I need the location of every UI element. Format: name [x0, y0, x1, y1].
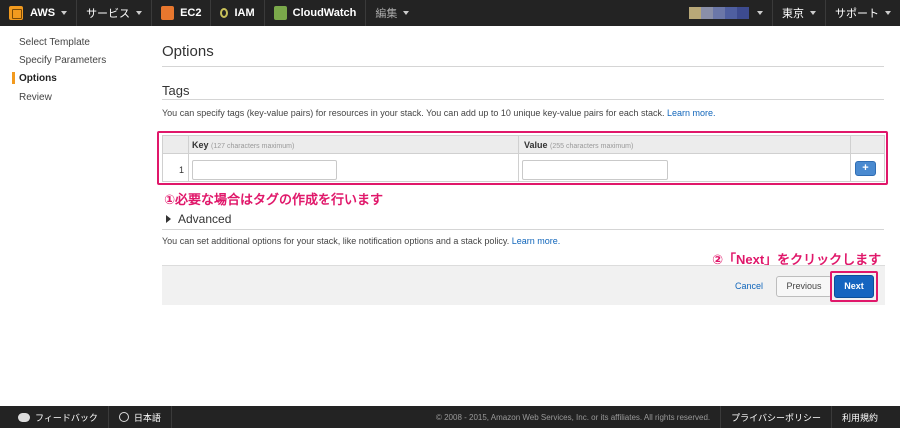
services-menu[interactable]: サービス [77, 0, 153, 26]
chevron-down-icon [885, 11, 891, 15]
account-swatch-block [725, 7, 737, 19]
step-options[interactable]: Options [19, 73, 57, 84]
chevron-down-icon [61, 11, 68, 15]
support-menu[interactable]: サポート [825, 0, 900, 26]
advanced-description: You can set additional options for your … [162, 236, 560, 246]
iam-shortcut[interactable]: IAM [211, 0, 265, 26]
page-title: Options [162, 43, 214, 60]
previous-button[interactable]: Previous [776, 276, 832, 297]
advanced-description-text: You can set additional options for your … [162, 236, 510, 246]
aws-menu[interactable]: AWS [0, 0, 78, 26]
tags-description-text: You can specify tags (key-value pairs) f… [162, 108, 665, 118]
aws-menu-label: AWS [30, 7, 56, 19]
advanced-divider [162, 229, 884, 230]
advanced-label: Advanced [178, 212, 232, 226]
cloudwatch-shortcut[interactable]: CloudWatch [265, 0, 367, 26]
ec2-shortcut-label: EC2 [180, 7, 202, 19]
title-divider [162, 66, 884, 67]
chevron-down-icon [757, 11, 763, 15]
next-highlight-box [830, 271, 878, 302]
account-swatch-block [701, 7, 713, 19]
cancel-button[interactable]: Cancel [735, 281, 763, 291]
tags-annotation: ①必要な場合はタグの作成を行います [164, 192, 384, 207]
edit-menu[interactable]: 編集 [366, 0, 418, 26]
account-name-masked [689, 7, 749, 19]
iam-key-icon [220, 8, 229, 18]
speech-bubble-icon [18, 412, 30, 422]
wizard-steps-sidebar: Select Template Specify Parameters Optio… [0, 26, 140, 406]
account-menu[interactable] [680, 0, 772, 26]
top-navigation-bar: AWS サービス EC2 IAM CloudWatch 編集 東京 サポート [0, 0, 900, 26]
support-menu-label: サポート [835, 8, 879, 20]
account-swatch-block [713, 7, 725, 19]
ec2-shortcut[interactable]: EC2 [152, 0, 212, 26]
cloudwatch-icon [273, 6, 287, 20]
cloudwatch-shortcut-label: CloudWatch [292, 7, 357, 19]
copyright-text: © 2008 - 2015, Amazon Web Services, Inc.… [435, 412, 711, 422]
tags-heading: Tags [162, 83, 190, 98]
bottom-bar: フィードバック 日本語 © 2008 - 2015, Amazon Web Se… [0, 406, 900, 428]
tags-description: You can specify tags (key-value pairs) f… [162, 108, 716, 118]
globe-icon [118, 412, 129, 422]
feedback-label: フィードバック [35, 412, 98, 423]
step-select-template[interactable]: Select Template [19, 37, 90, 48]
expand-triangle-icon [166, 215, 171, 223]
services-menu-label: サービス [86, 8, 131, 20]
account-swatch-block [737, 7, 749, 19]
region-menu[interactable]: 東京 [772, 0, 825, 26]
tags-learn-more-link[interactable]: Learn more. [667, 108, 716, 118]
privacy-policy-link[interactable]: プライバシーポリシー [720, 406, 831, 428]
aws-logo-icon [9, 6, 23, 20]
account-swatch-block [689, 7, 701, 19]
terms-link[interactable]: 利用規約 [830, 406, 900, 428]
feedback-link[interactable]: フィードバック [0, 406, 109, 428]
chevron-down-icon [136, 11, 143, 15]
tags-divider [162, 99, 884, 100]
chevron-down-icon [403, 11, 410, 15]
language-label: 日本語 [133, 412, 161, 423]
ec2-icon [161, 6, 175, 20]
chevron-down-icon [810, 11, 816, 15]
language-selector[interactable]: 日本語 [109, 406, 172, 428]
iam-shortcut-label: IAM [234, 7, 255, 19]
edit-menu-label: 編集 [375, 8, 398, 20]
step-specify-parameters[interactable]: Specify Parameters [19, 55, 106, 66]
region-menu-label: 東京 [782, 8, 804, 20]
advanced-toggle[interactable]: Advanced [166, 212, 231, 226]
step-review[interactable]: Review [19, 92, 52, 103]
advanced-learn-more-link[interactable]: Learn more. [512, 236, 561, 246]
tags-highlight-box [157, 131, 888, 185]
active-step-marker [12, 72, 15, 84]
